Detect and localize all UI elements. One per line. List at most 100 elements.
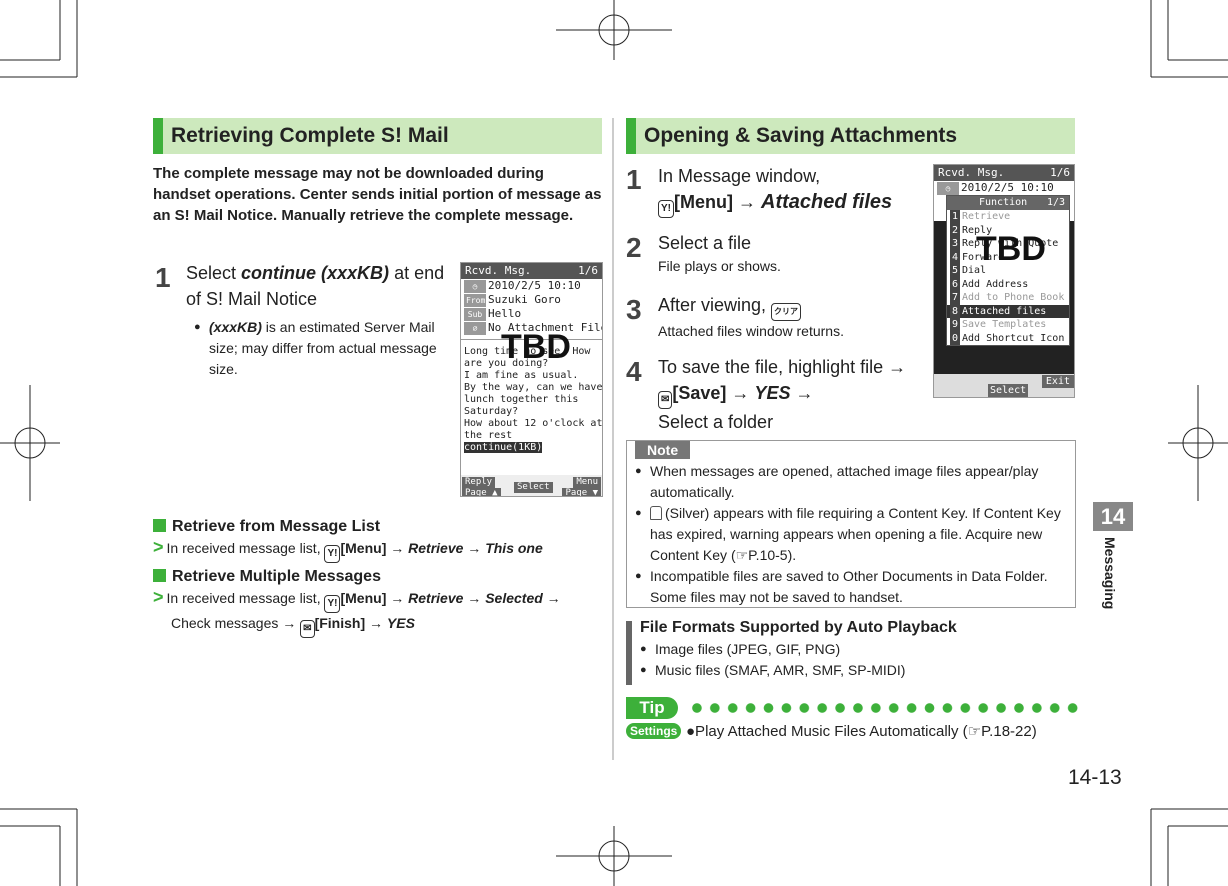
phone-title: Rcvd. Msg. bbox=[938, 166, 1005, 179]
formats-title: File Formats Supported by Auto Playback bbox=[640, 619, 957, 636]
page-up-softkey[interactable]: Page ▲ bbox=[462, 488, 501, 496]
note-item: Incompatible files are saved to Other Do… bbox=[627, 566, 1071, 608]
phone-from: From Suzuki Goro bbox=[461, 293, 602, 307]
date: 2010/2/5 10:10 bbox=[488, 279, 581, 292]
menu-item[interactable]: 9 Save Templates bbox=[947, 318, 1069, 332]
yes: YES bbox=[386, 615, 415, 631]
sub: Attached files window returns. bbox=[658, 323, 844, 339]
save: [Save] bbox=[672, 383, 727, 403]
text: In Message window, bbox=[658, 166, 821, 186]
phone-title-bar: Rcvd. Msg. 1/6 bbox=[461, 263, 602, 279]
yahoo-key-icon: Y! bbox=[324, 545, 341, 563]
menu-item-number: 6 bbox=[950, 277, 960, 291]
mail-key-icon: ✉ bbox=[658, 391, 673, 409]
menu-item-label: Attached files bbox=[962, 305, 1047, 317]
sub1-instruction: > In received message list, Y! [Menu] → Re… bbox=[153, 537, 593, 563]
menu-item[interactable]: 0 Add Shortcut Icon bbox=[947, 331, 1069, 345]
subsection-retrieve-from-list: Retrieve from Message List bbox=[153, 518, 380, 536]
step-number: 1 bbox=[155, 262, 171, 293]
menu-item-label: Save Templates bbox=[962, 319, 1047, 330]
section-title-attachments: Opening & Saving Attachments bbox=[626, 118, 1075, 154]
step-1-text: In Message window, Y! [Menu] → Attached fi… bbox=[658, 163, 928, 218]
menu-title: Function bbox=[979, 197, 1028, 208]
bullet: (xxxKB) is an estimated Server Mail size… bbox=[186, 317, 456, 380]
continue-link[interactable]: continue(1KB) bbox=[464, 442, 543, 453]
menu-item-number: 1 bbox=[950, 210, 960, 224]
yahoo-key-icon: Y! bbox=[658, 200, 674, 218]
menu-item-label: Retrieve bbox=[962, 211, 1011, 222]
step-4-text: To save the file, highlight file → ✉ [Save… bbox=[658, 357, 907, 432]
select-softkey[interactable]: Select bbox=[514, 482, 553, 493]
selected: Selected bbox=[485, 590, 543, 606]
phone-subject: Sub Hello bbox=[461, 307, 602, 321]
lock-icon bbox=[650, 506, 662, 520]
note-item: (Silver) appears with file requiring a C… bbox=[627, 503, 1071, 566]
step-number: 1 bbox=[626, 164, 642, 195]
body-line: lunch together this bbox=[464, 394, 579, 405]
step-number: 3 bbox=[626, 294, 642, 325]
page-down-softkey[interactable]: Page ▼ bbox=[562, 488, 601, 496]
menu-item-number: 0 bbox=[950, 331, 960, 345]
step-number: 4 bbox=[626, 356, 642, 387]
sub: File plays or shows. bbox=[658, 258, 781, 274]
menu-item[interactable]: 8 Attached files bbox=[947, 304, 1069, 318]
subsection-retrieve-multiple: Retrieve Multiple Messages bbox=[153, 568, 381, 586]
menu-item-number: 3 bbox=[950, 237, 960, 251]
tip-label: Tip bbox=[626, 697, 678, 719]
reply-softkey[interactable]: Reply bbox=[462, 477, 496, 488]
phone-date: ◷ 2010/2/5 10:10 bbox=[934, 181, 1074, 195]
body-line: I am fine as usual. bbox=[464, 370, 579, 381]
sub-tag: Sub bbox=[464, 308, 486, 321]
menu-item-number: 7 bbox=[950, 291, 960, 305]
sub2-instruction: > In received message list, Y! [Menu] → Re… bbox=[153, 587, 593, 638]
bullet-term: (xxxKB) bbox=[209, 319, 262, 335]
tip-text[interactable]: ●Play Attached Music Files Automatically… bbox=[686, 722, 1037, 740]
retrieve: Retrieve bbox=[408, 590, 464, 606]
clock-icon: ◷ bbox=[464, 280, 486, 293]
step-pre: Select bbox=[186, 263, 242, 283]
menu-item-label: Add Shortcut Icon bbox=[962, 332, 1065, 344]
text: Select a file bbox=[658, 233, 752, 253]
menu-item-number: 5 bbox=[950, 264, 960, 278]
page-number: 14-13 bbox=[1068, 766, 1122, 789]
select-folder: Select a folder bbox=[658, 412, 774, 432]
select-softkey[interactable]: Select bbox=[988, 384, 1029, 397]
section-title-retrieving: Retrieving Complete S! Mail bbox=[153, 118, 602, 154]
step-target: continue (xxxKB) bbox=[241, 263, 390, 283]
yahoo-key-icon: Y! bbox=[324, 595, 341, 613]
format-item: Music files (SMAF, AMR, SMF, SP-MIDI) bbox=[632, 660, 905, 681]
note-item: When messages are opened, attached image… bbox=[627, 461, 1071, 503]
menu-item[interactable]: 7 Add to Phone Book bbox=[947, 291, 1069, 305]
clear-key-icon: クリア bbox=[771, 303, 802, 321]
body-line: Saturday? bbox=[464, 406, 519, 417]
step-bullets: (xxxKB) is an estimated Server Mail size… bbox=[186, 317, 456, 380]
menu-item-number: 4 bbox=[950, 250, 960, 264]
intro-text: The complete message may not be download… bbox=[153, 165, 602, 224]
date: 2010/2/5 10:10 bbox=[961, 181, 1054, 194]
menu-item[interactable]: 6 Add Address bbox=[947, 277, 1069, 291]
yes: YES bbox=[754, 383, 791, 403]
tbd-placeholder: TBD bbox=[976, 230, 1046, 268]
attached-files: Attached files bbox=[761, 191, 893, 213]
menu-softkey[interactable]: Menu bbox=[573, 477, 601, 488]
menu: [Menu] bbox=[340, 590, 387, 606]
green-square-icon bbox=[153, 519, 166, 532]
chapter-tab[interactable]: 14 bbox=[1093, 502, 1133, 531]
body-line: How about 12 o'clock at bbox=[464, 418, 603, 429]
step-2-text: Select a file File plays or shows. bbox=[658, 230, 928, 276]
menu: [Menu] bbox=[674, 192, 733, 212]
phone-title: Rcvd. Msg. bbox=[465, 264, 532, 277]
menu-page: 1/3 bbox=[1046, 197, 1065, 208]
step-3-text: After viewing, クリア Attached files window … bbox=[658, 292, 928, 341]
text: In received message list, bbox=[166, 540, 325, 556]
subject: Hello bbox=[488, 307, 522, 320]
menu-item[interactable]: 1 Retrieve bbox=[947, 210, 1069, 224]
phone-date: ◷ 2010/2/5 10:10 bbox=[461, 279, 602, 293]
settings-badge: Settings bbox=[626, 723, 682, 739]
text: After viewing, bbox=[658, 295, 772, 315]
exit-softkey[interactable]: Exit bbox=[1041, 375, 1074, 388]
phone-screen-message: Rcvd. Msg. 1/6 ◷ 2010/2/5 10:10 From Suzuki… bbox=[460, 262, 603, 497]
green-square-icon bbox=[153, 569, 166, 582]
arrow-icon: > bbox=[153, 537, 164, 557]
text: (Silver) appears with file requiring a C… bbox=[650, 505, 1061, 563]
